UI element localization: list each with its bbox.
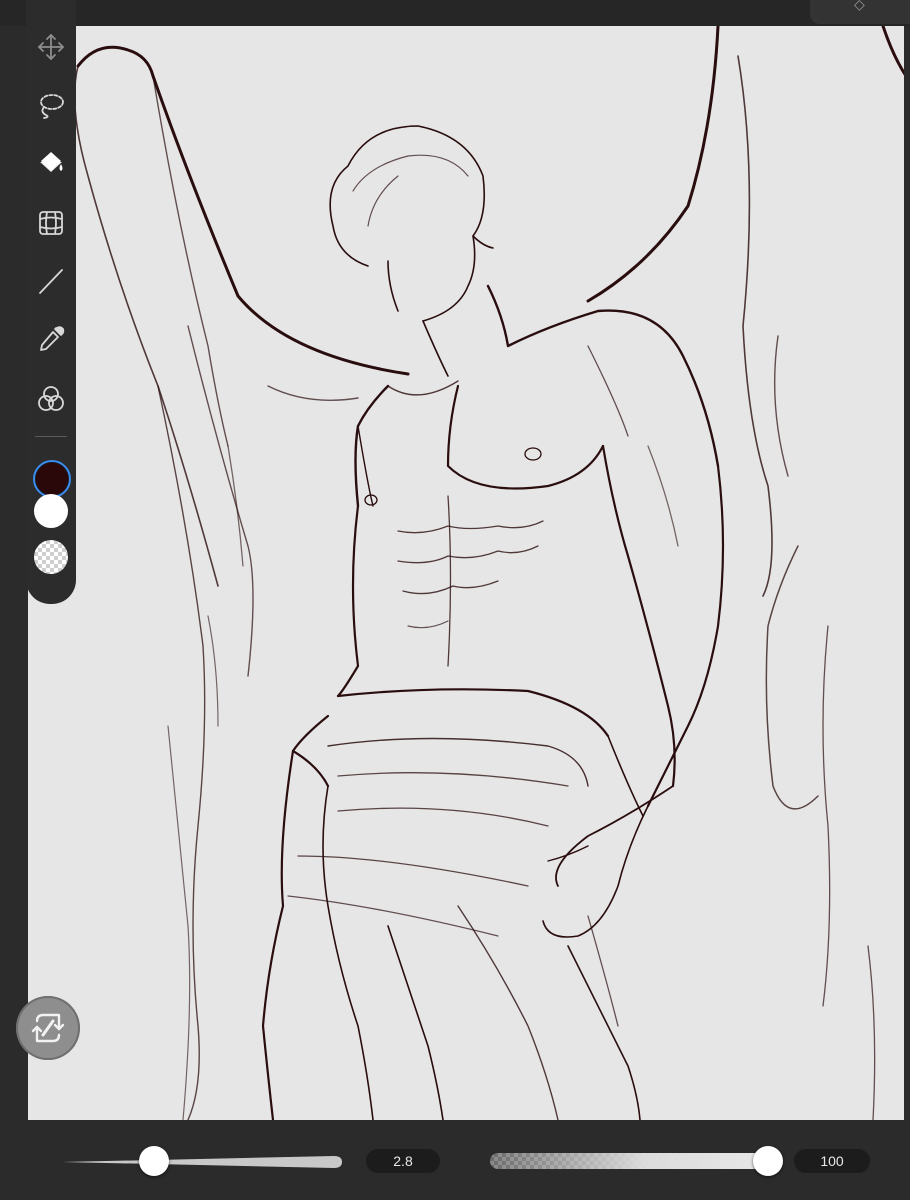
line-tool-button[interactable]	[34, 264, 68, 298]
toolbar-divider	[35, 436, 67, 437]
opacity-knob[interactable]	[753, 1146, 783, 1176]
primary-color-swatch[interactable]	[33, 460, 71, 498]
flip-transform-icon	[31, 1013, 65, 1043]
sketch-artwork	[73, 26, 904, 1120]
brush-size-track	[62, 1156, 342, 1168]
fill-tool-button[interactable]	[34, 146, 68, 180]
fill-bucket-icon	[40, 152, 63, 172]
top-bar	[0, 0, 910, 26]
color-mix-tool-button[interactable]	[34, 382, 68, 416]
grid-transform-icon	[39, 211, 63, 235]
top-right-panel[interactable]: ◇	[810, 0, 910, 24]
line-icon	[39, 269, 63, 294]
move-icon	[38, 34, 64, 60]
move-tool-button[interactable]	[34, 30, 68, 64]
lasso-tool-button[interactable]	[34, 88, 68, 122]
brush-size-value[interactable]: 2.8	[366, 1149, 440, 1173]
grid-transform-tool-button[interactable]	[34, 206, 68, 240]
eyedropper-tool-button[interactable]	[34, 322, 68, 356]
opacity-value[interactable]: 100	[794, 1149, 870, 1173]
eyedropper-icon	[40, 326, 65, 351]
lasso-icon	[40, 94, 64, 119]
secondary-color-swatch[interactable]	[34, 494, 68, 528]
brush-size-slider[interactable]	[62, 1155, 342, 1169]
opacity-slider[interactable]	[490, 1153, 770, 1169]
opacity-fill	[490, 1153, 770, 1169]
chevron-down-icon[interactable]: ◇	[854, 0, 865, 13]
flip-transform-button[interactable]	[16, 996, 80, 1060]
tool-sidebar	[26, 0, 76, 604]
color-circles-icon	[38, 386, 64, 411]
drawing-canvas[interactable]	[28, 26, 904, 1120]
transparent-color-swatch[interactable]	[34, 540, 68, 574]
